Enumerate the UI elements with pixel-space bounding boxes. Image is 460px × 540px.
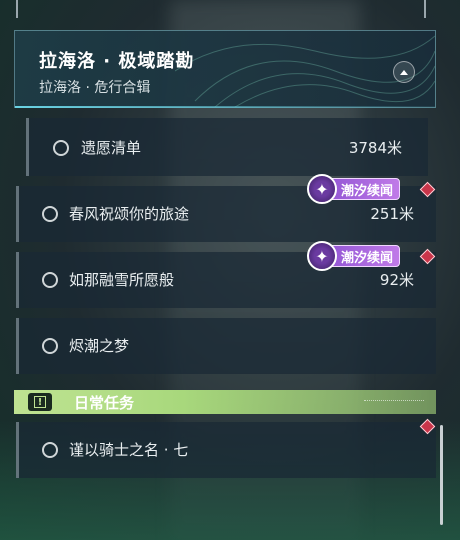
quest-name: 遗愿清单 [81, 139, 142, 157]
daily-tasks-label: 日常任务 [74, 394, 135, 412]
sparkle-icon: ✦ [307, 174, 337, 204]
header-decoration [364, 400, 424, 403]
quest-name: 谨以骑士之名 · 七 [69, 441, 189, 459]
story-tag-badge: ✦ 潮汐续闻 [307, 174, 401, 204]
radio-circle-icon [42, 272, 58, 288]
quest-item[interactable]: 谨以骑士之名 · 七 [16, 422, 436, 478]
quest-distance: 3784米 [348, 139, 402, 157]
quest-distance: 92米 [379, 271, 414, 289]
quest-item[interactable]: 烬潮之梦 [16, 318, 436, 374]
alert-icon: ! [28, 393, 52, 411]
story-tag-label: 潮汐续闻 [341, 183, 394, 199]
story-tag-label: 潮汐续闻 [341, 250, 394, 266]
quest-distance: 251米 [370, 205, 414, 223]
radio-circle-icon [42, 206, 58, 222]
list-top-edge-left [16, 0, 18, 18]
quest-group-title: 拉海洛 · 极域踏勘 [39, 51, 195, 72]
quest-item[interactable]: 遗愿清单 3784米 [26, 118, 428, 176]
daily-tasks-header[interactable]: ! 日常任务 [14, 390, 436, 414]
quest-name: 春风祝颂你的旅途 [69, 205, 190, 223]
radio-circle-icon [42, 338, 58, 354]
quest-name: 如那融雪所愿般 [69, 271, 175, 289]
story-tag-badge: ✦ 潮汐续闻 [307, 241, 401, 271]
quest-group-subtitle: 拉海洛 · 危行合辑 [39, 80, 151, 96]
radio-circle-icon [42, 442, 58, 458]
radio-circle-icon [53, 140, 69, 156]
quest-group-header[interactable]: 拉海洛 · 极域踏勘 拉海洛 · 危行合辑 [14, 30, 436, 108]
quest-name: 烬潮之梦 [69, 337, 130, 355]
list-top-edge-right [424, 0, 426, 18]
chevron-up-icon[interactable] [393, 61, 415, 83]
sparkle-icon: ✦ [307, 241, 337, 271]
header-underline [15, 106, 435, 108]
scrollbar-thumb[interactable] [440, 425, 443, 525]
